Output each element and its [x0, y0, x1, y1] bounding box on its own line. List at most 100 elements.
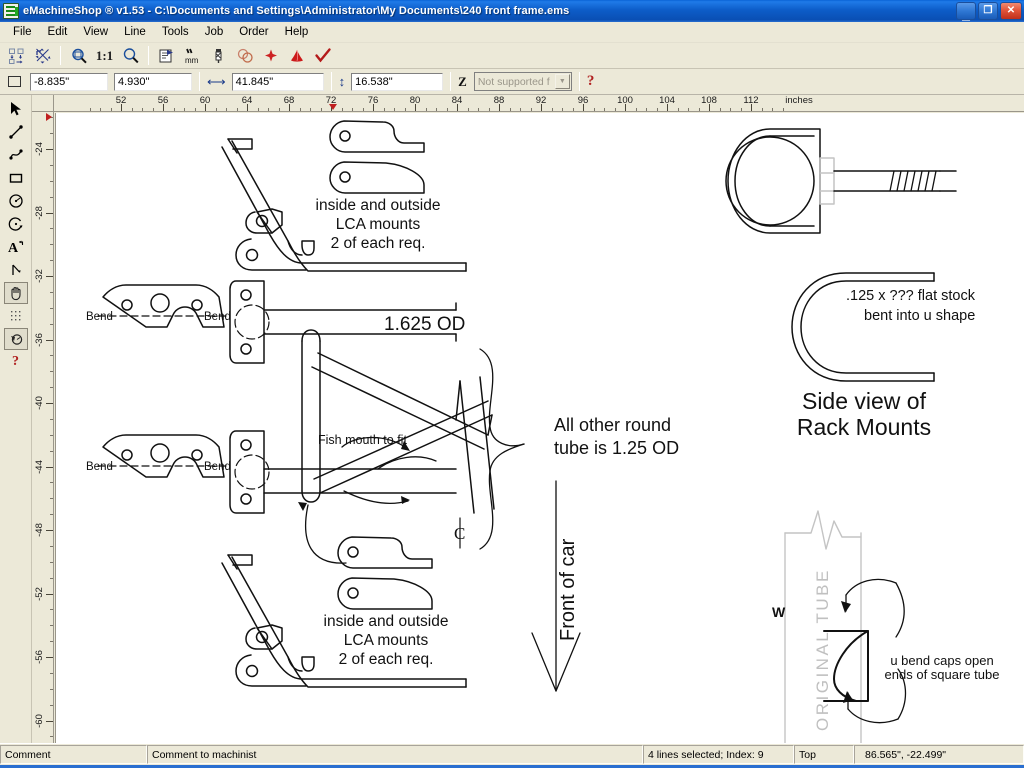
units-mm-icon[interactable]: mm [180, 44, 205, 67]
zoom-window-icon[interactable] [66, 44, 91, 67]
drawing-tools-palette: A ? [0, 95, 32, 743]
x-coordinate-input[interactable]: -8.835" [30, 72, 108, 91]
ruler-tick-minor [268, 108, 269, 111]
validate-check-icon[interactable] [310, 44, 335, 67]
ruler-label: 96 [577, 95, 589, 106]
ruler-unit-label: inches [785, 95, 813, 106]
drawing-sheet[interactable]: inside and outside LCA mounts 2 of each … [55, 113, 1024, 743]
grid-snap-tool[interactable] [4, 305, 28, 327]
ruler-tick-minor [50, 196, 53, 198]
ruler-tick-minor [404, 108, 406, 111]
pan-hand-tool[interactable] [3, 282, 28, 304]
curve-tool[interactable] [4, 144, 28, 166]
lca-mount-part-4 [337, 577, 433, 610]
select-arrow-tool[interactable] [4, 98, 28, 120]
menu-item-edit[interactable]: Edit [40, 24, 76, 40]
ruler-tick-minor [50, 482, 53, 484]
ruler-tick-minor [436, 108, 437, 111]
menu-item-file[interactable]: File [5, 24, 40, 40]
menu-item-tools[interactable]: Tools [154, 24, 197, 40]
status-cursor-coordinates: 86.565", -22.499" [854, 745, 1024, 764]
status-comment-text[interactable]: Comment to machinist [147, 745, 643, 764]
ruler-tick-minor [50, 244, 53, 246]
text-tool[interactable]: A [4, 236, 28, 258]
ruler-label: -60 [34, 713, 45, 728]
ruler-tick-minor [50, 736, 53, 738]
chevron-down-icon[interactable]: ▼ [554, 74, 570, 89]
ruler-label: 56 [157, 95, 169, 106]
svg-text:A: A [8, 241, 19, 255]
ruler-tick-minor [89, 108, 91, 111]
vertical-ruler[interactable]: -24-28-32-36-40-44-48-52-56-60inches [32, 112, 54, 743]
ruler-label: -24 [34, 142, 45, 156]
ruler-tick-major [46, 657, 53, 658]
dimension-tool[interactable] [4, 259, 28, 281]
status-comment-label: Comment [0, 745, 147, 764]
close-button[interactable]: ✕ [1000, 2, 1022, 20]
original-tube-label: ORIGINAL TUBE [813, 568, 832, 731]
canvas-area[interactable]: 52 56 60 64 68 72 76 80 84 88 92 96 100 104 108 112 inch… [32, 95, 1024, 743]
ruler-label: 92 [535, 95, 547, 106]
circle-tool[interactable] [4, 190, 28, 212]
add-feature-icon[interactable] [258, 44, 283, 67]
menu-item-job[interactable]: Job [197, 24, 232, 40]
arc-rotate-tool[interactable] [4, 213, 28, 235]
ruler-tick-minor [226, 108, 227, 111]
ruler-tick-minor [50, 704, 53, 706]
minimize-button[interactable]: _ [956, 2, 976, 21]
ruler-tick-minor [50, 545, 53, 547]
ruler-tick-minor [394, 108, 395, 111]
ruler-label: 100 [617, 95, 633, 106]
ruler-tick-minor [110, 108, 112, 111]
overlap-check-icon[interactable] [232, 44, 257, 67]
ruler-tick-minor [635, 108, 637, 111]
width-input[interactable]: 41.845" [231, 72, 324, 91]
transform-icon[interactable] [30, 44, 55, 67]
coordinate-toolbar: -8.835" 4.930" ⟷ 41.845" ↕ 16.538" Z Not… [0, 69, 1024, 95]
horizontal-ruler[interactable]: 52 56 60 64 68 72 76 80 84 88 92 96 100 104 108 112 inch… [54, 95, 1024, 112]
ruler-tick-minor [50, 561, 53, 563]
help-button[interactable]: ? [587, 73, 595, 90]
coordbar-separator-3 [450, 72, 452, 91]
z-shape-select[interactable]: Not supported f ▼ [473, 72, 572, 91]
ruler-label: -40 [34, 396, 45, 410]
z-axis-label: Z [458, 73, 467, 89]
rectangle-tool[interactable] [4, 167, 28, 189]
menu-item-help[interactable]: Help [277, 24, 317, 40]
ruler-label: 108 [701, 95, 717, 106]
help-tool[interactable]: ? [4, 351, 28, 373]
material-icon[interactable] [206, 44, 231, 67]
menu-item-order[interactable]: Order [231, 24, 276, 40]
menu-item-line[interactable]: Line [116, 24, 154, 40]
properties-icon[interactable] [154, 44, 179, 67]
ruler-tick-minor [488, 108, 490, 111]
menu-item-view[interactable]: View [75, 24, 116, 40]
y-coordinate-input[interactable]: 4.930" [114, 72, 192, 91]
zoom-icon[interactable] [118, 44, 143, 67]
ruler-tick-minor [530, 108, 532, 111]
maximize-restore-button[interactable]: ❐ [978, 2, 998, 20]
rotate-snap-tool[interactable] [3, 328, 28, 350]
ruler-tick-minor [698, 108, 700, 111]
ruler-tick-minor [446, 108, 448, 111]
cursor-marker-vertical [46, 113, 52, 121]
all-other-tube-note-line1: All other round [554, 415, 671, 435]
render-3d-icon[interactable] [284, 44, 309, 67]
lca-mount-part-3 [337, 536, 433, 569]
ruler-tick-minor [656, 108, 658, 111]
height-input[interactable]: 16.538" [351, 72, 444, 91]
ruler-tick-major [46, 339, 53, 341]
horizontal-arrow-icon: ⟷ [207, 73, 226, 89]
ruler-label: -36 [34, 332, 45, 347]
zoom-actual-size-icon[interactable]: 1:1 [92, 44, 117, 67]
workspace: A ? 52 56 60 64 68 72 76 80 84 88 92 96 … [0, 95, 1024, 743]
ruler-tick-minor [730, 108, 731, 111]
align-distribute-icon[interactable] [4, 44, 29, 67]
ruler-tick-major [46, 593, 53, 595]
coordbar-separator-1 [199, 72, 200, 91]
u-bend-caps-note-line1: u bend caps open [890, 653, 993, 668]
lca-mounts-note-top-line2: LCA mounts [336, 216, 421, 233]
ruler-tick-minor [50, 133, 53, 135]
ruler-tick-minor [184, 108, 185, 111]
line-tool[interactable] [4, 121, 28, 143]
